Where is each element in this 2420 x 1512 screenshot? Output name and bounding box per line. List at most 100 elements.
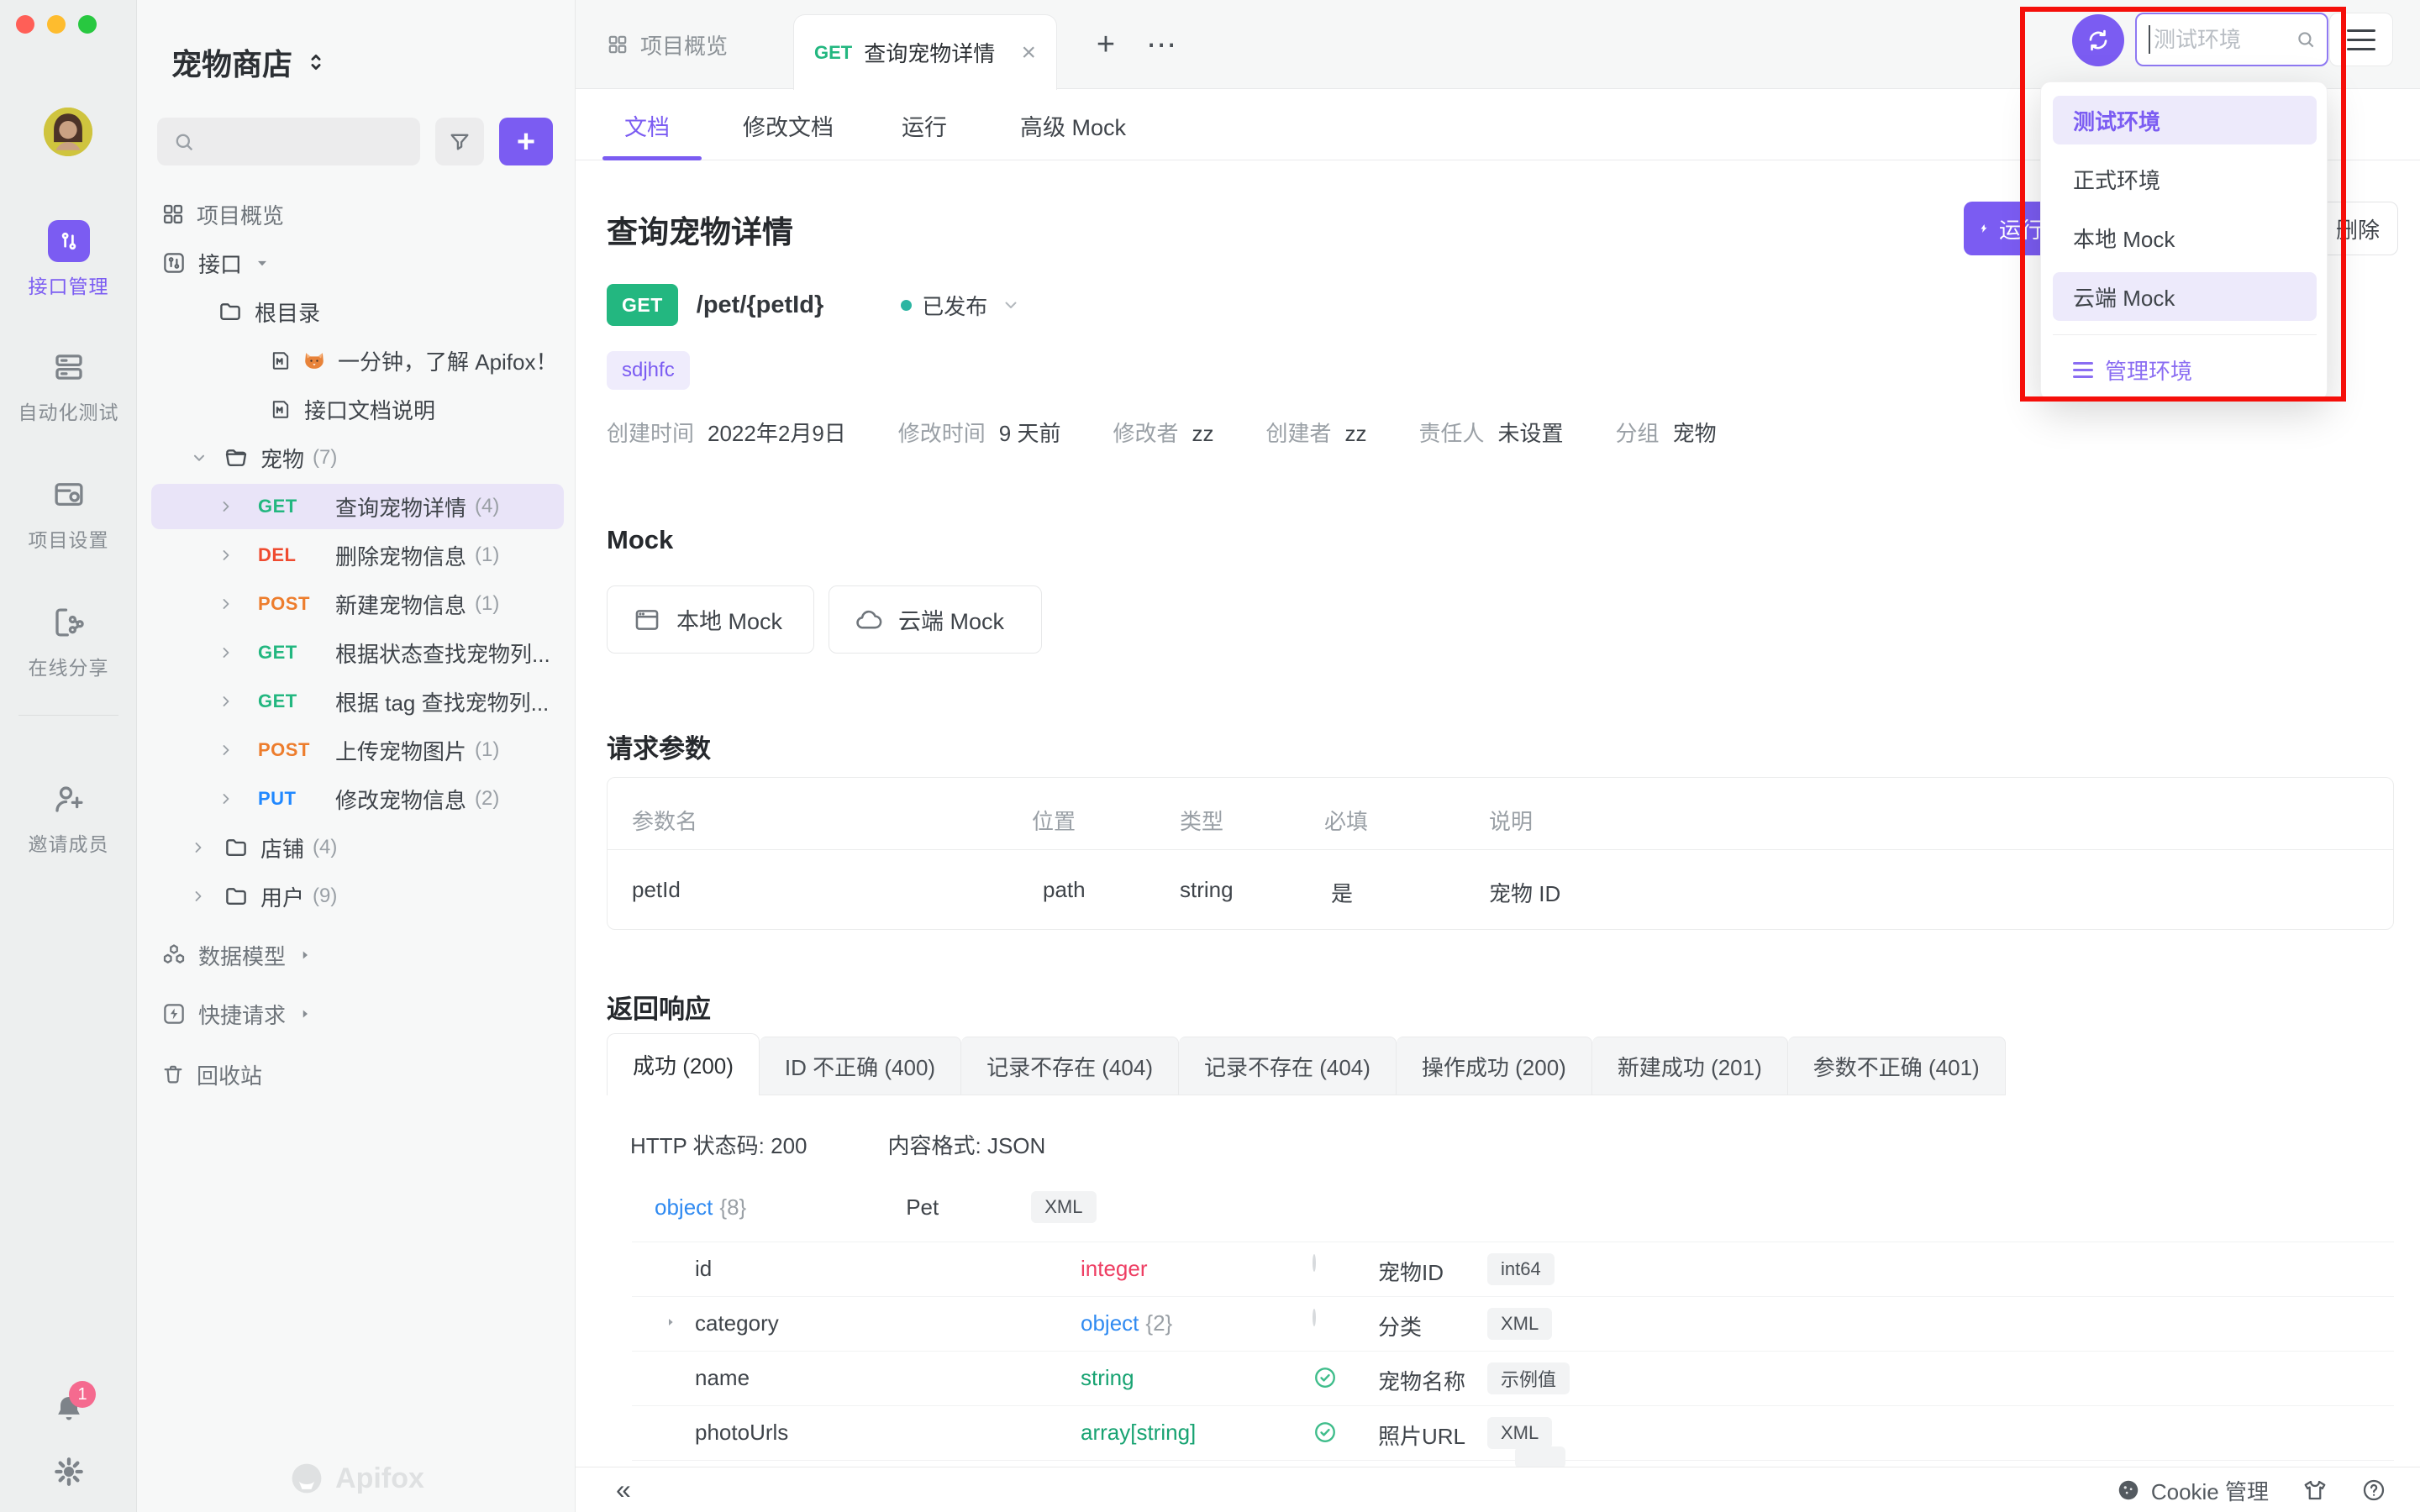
sync-button[interactable] bbox=[2072, 14, 2124, 66]
local-mock-button[interactable]: 本地 Mock bbox=[607, 585, 814, 654]
optional-circle-icon bbox=[1313, 1309, 1316, 1326]
tag-chip[interactable]: sdjhfc bbox=[607, 351, 690, 390]
required-check-icon bbox=[1313, 1420, 1338, 1445]
filter-button[interactable] bbox=[435, 118, 484, 165]
chevron-down-icon[interactable] bbox=[1001, 295, 1021, 315]
notifications-button[interactable]: 1 bbox=[52, 1393, 86, 1426]
tree-api-post-pet[interactable]: POST 新建宠物信息 (1) bbox=[137, 580, 576, 628]
folder-icon bbox=[224, 835, 249, 860]
endpoint-path: /pet/{petId} bbox=[697, 291, 823, 319]
markdown-doc-icon bbox=[269, 397, 292, 421]
tree-api-get-pet-detail[interactable]: GET 查询宠物详情 (4) bbox=[137, 482, 576, 531]
data-models-icon bbox=[161, 942, 187, 968]
search-input[interactable] bbox=[157, 118, 420, 165]
theme-shirt-icon[interactable] bbox=[2302, 1478, 2328, 1503]
tree-section-trash[interactable]: 回收站 bbox=[137, 1050, 576, 1099]
schema-row-photourls[interactable]: photoUrls array[string] 照片URL XML bbox=[607, 1406, 2394, 1460]
sidebar-item-online-share[interactable]: 在线分享 bbox=[0, 601, 137, 680]
tab-run[interactable]: 运行 bbox=[902, 90, 947, 160]
sidebar-item-invite-members[interactable]: 邀请成员 bbox=[0, 778, 137, 857]
environment-search-input[interactable] bbox=[2150, 27, 2295, 53]
env-option-cloud-mock[interactable]: 云端 Mock bbox=[2053, 272, 2317, 321]
tree-section-quick-requests[interactable]: 快捷请求 bbox=[137, 990, 576, 1038]
automation-icon bbox=[48, 346, 90, 388]
tree-section-data-models[interactable]: 数据模型 bbox=[137, 931, 576, 979]
collapse-sidebar-button[interactable]: « bbox=[616, 1474, 631, 1505]
resp-tab-400[interactable]: ID 不正确 (400) bbox=[760, 1037, 961, 1095]
resp-tab-404-b[interactable]: 记录不存在 (404) bbox=[1179, 1037, 1397, 1095]
resp-tab-201[interactable]: 新建成功 (201) bbox=[1592, 1037, 1788, 1095]
tree-folder-root[interactable]: 根目录 bbox=[137, 287, 576, 336]
tab-advanced-mock[interactable]: 高级 Mock bbox=[1020, 90, 1126, 160]
tree-api-get-by-status[interactable]: GET 根据状态查找宠物列... bbox=[137, 628, 576, 677]
env-option-test[interactable]: 测试环境 bbox=[2053, 96, 2317, 144]
settings-gear-icon[interactable] bbox=[52, 1455, 86, 1488]
project-title: 宠物商店 bbox=[171, 40, 292, 84]
schema-row-name[interactable]: name string 宠物名称 示例值 bbox=[607, 1352, 2394, 1405]
help-icon[interactable] bbox=[2361, 1478, 2386, 1503]
tree-api-post-upload[interactable]: POST 上传宠物图片 (1) bbox=[137, 726, 576, 774]
environment-search-field[interactable] bbox=[2135, 13, 2328, 66]
tab-project-overview[interactable]: 项目概览 bbox=[607, 0, 728, 89]
sidebar-item-project-settings[interactable]: 项目设置 bbox=[0, 474, 137, 553]
tab-edit-doc[interactable]: 修改文档 bbox=[743, 90, 834, 160]
grid-icon bbox=[161, 202, 185, 226]
tree-api-del-pet[interactable]: DEL 删除宠物信息 (1) bbox=[137, 531, 576, 580]
close-tab-icon[interactable]: × bbox=[1021, 39, 1036, 67]
delete-button[interactable]: 删除 bbox=[2317, 202, 2398, 255]
tree-folder-pets[interactable]: 宠物 (7) bbox=[137, 433, 576, 482]
resp-tab-success-200[interactable]: 成功 (200) bbox=[607, 1033, 760, 1095]
api-section-icon bbox=[161, 250, 187, 276]
schema-root-row[interactable]: object {8} Pet XML bbox=[655, 1191, 1097, 1223]
invite-user-icon bbox=[48, 778, 90, 820]
tree-api-put-pet[interactable]: PUT 修改宠物信息 (2) bbox=[137, 774, 576, 823]
cloud-icon bbox=[855, 606, 883, 634]
hamburger-menu-button[interactable] bbox=[2329, 13, 2393, 66]
tab-more-menu[interactable]: ⋯ bbox=[1140, 25, 1184, 64]
schema-row-id[interactable]: id integer 宠物ID int64 bbox=[607, 1242, 2394, 1296]
trash-icon bbox=[161, 1063, 185, 1086]
new-tab-button[interactable]: + bbox=[1086, 25, 1125, 64]
resp-tab-401[interactable]: 参数不正确 (401) bbox=[1788, 1037, 2006, 1095]
environment-toolbar bbox=[2042, 0, 2420, 89]
caret-right-icon bbox=[297, 1006, 313, 1021]
endpoint-title: 查询宠物详情 bbox=[607, 207, 793, 252]
cookie-manager-button[interactable]: Cookie 管理 bbox=[2116, 1475, 2269, 1506]
chevron-right-icon bbox=[218, 790, 234, 807]
tree-folder-store[interactable]: 店铺 (4) bbox=[137, 823, 576, 872]
tree-section-api[interactable]: 接口 bbox=[137, 239, 576, 287]
status-badge[interactable]: 已发布 bbox=[922, 290, 987, 321]
project-switcher[interactable]: 宠物商店 bbox=[171, 40, 328, 84]
param-location: path bbox=[1043, 877, 1086, 903]
tab-doc[interactable]: 文档 bbox=[624, 90, 670, 160]
window-icon bbox=[633, 606, 661, 634]
traffic-light-zoom[interactable] bbox=[78, 15, 97, 34]
xml-badge: XML bbox=[1487, 1417, 1552, 1449]
avatar[interactable] bbox=[44, 108, 92, 156]
env-option-prod[interactable]: 正式环境 bbox=[2053, 155, 2317, 203]
schema-row-category[interactable]: category object{2} 分类 XML bbox=[607, 1297, 2394, 1351]
add-button[interactable]: + bbox=[499, 118, 553, 165]
tree-api-get-by-tag[interactable]: GET 根据 tag 查找宠物列... bbox=[137, 677, 576, 726]
sidebar-item-automated-testing[interactable]: 自动化测试 bbox=[0, 346, 137, 425]
traffic-light-minimize[interactable] bbox=[47, 15, 66, 34]
required-check-icon bbox=[1313, 1365, 1338, 1390]
tree-doc-api-notes[interactable]: 接口文档说明 bbox=[137, 385, 576, 433]
manage-environments-button[interactable]: 管理环境 bbox=[2053, 346, 2317, 393]
api-management-icon bbox=[48, 220, 90, 262]
resp-tab-404-a[interactable]: 记录不存在 (404) bbox=[961, 1037, 1179, 1095]
sidebar-item-api-management[interactable]: 接口管理 bbox=[0, 220, 137, 299]
project-sidebar: 宠物商店 + 项目概览 接口 bbox=[137, 0, 576, 1512]
tree-item-project-overview[interactable]: 项目概览 bbox=[137, 190, 576, 239]
tree-folder-users[interactable]: 用户 (9) bbox=[137, 872, 576, 921]
caret-down-icon bbox=[254, 255, 271, 271]
env-option-local-mock[interactable]: 本地 Mock bbox=[2053, 213, 2317, 262]
run-button[interactable]: 运行 bbox=[1964, 202, 2043, 255]
tree-doc-intro[interactable]: 一分钟，了解 Apifox！ bbox=[137, 336, 576, 385]
traffic-light-close[interactable] bbox=[16, 15, 34, 34]
tab-get-pet-detail[interactable]: GET 查询宠物详情 × bbox=[793, 14, 1057, 90]
caret-right-icon[interactable] bbox=[664, 1315, 677, 1329]
response-tabs: 成功 (200) ID 不正确 (400) 记录不存在 (404) 记录不存在 … bbox=[607, 1033, 2006, 1095]
cloud-mock-button[interactable]: 云端 Mock bbox=[829, 585, 1042, 654]
resp-tab-200-op[interactable]: 操作成功 (200) bbox=[1397, 1037, 1592, 1095]
